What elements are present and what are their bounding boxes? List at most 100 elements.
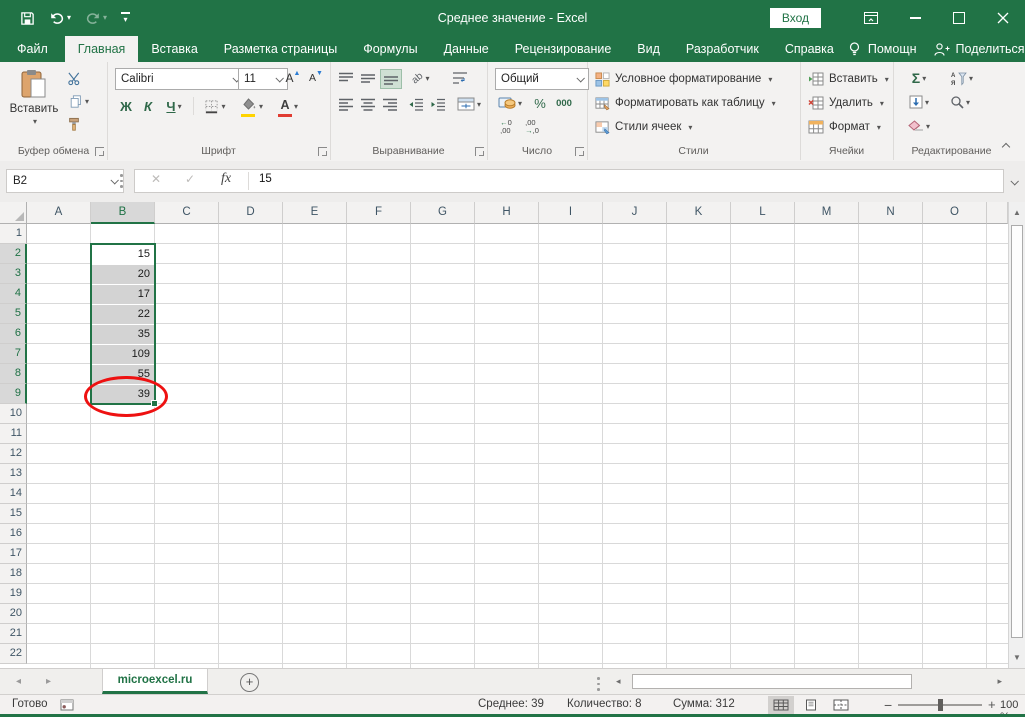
column-header-C[interactable]: C [155,202,219,224]
row-header-15[interactable]: 15 [0,504,27,524]
column-header-D[interactable]: D [219,202,283,224]
row-header-13[interactable]: 13 [0,464,27,484]
name-box[interactable]: B2 [6,169,124,193]
row-header-7[interactable]: 7 [0,344,27,364]
clear-button[interactable]: ▾ [905,117,933,135]
column-header-N[interactable]: N [859,202,923,224]
formula-input[interactable]: 15 [259,173,272,185]
redo-dropdown-icon[interactable]: ▾ [103,14,107,22]
font-name-combo[interactable]: Calibri [115,68,245,90]
ribbon-tab-Вставка[interactable]: Вставка [138,36,210,62]
column-header-F[interactable]: F [347,202,411,224]
ribbon-display-options-button[interactable] [849,0,893,36]
copy-button[interactable]: ▾ [64,93,94,109]
row-header-18[interactable]: 18 [0,564,27,584]
row-header-19[interactable]: 19 [0,584,27,604]
column-header-partial[interactable] [987,202,1008,224]
sign-in-button[interactable]: Вход [769,8,821,28]
row-header-8[interactable]: 8 [0,364,27,384]
cell-B3[interactable]: 20 [92,265,154,284]
find-select-button[interactable]: ▾ [945,93,975,111]
cell-B6[interactable]: 35 [92,325,154,344]
zoom-out-button[interactable]: − [884,697,892,713]
fill-color-dropdown-icon[interactable]: ▾ [259,102,263,111]
insert-cells-button[interactable]: Вставить ▾ [808,69,889,89]
accounting-format-button[interactable]: ▾ [495,94,525,112]
redo-button[interactable]: ▾ [85,11,107,25]
zoom-slider-thumb[interactable] [938,699,943,711]
italic-button[interactable]: К [139,95,157,117]
column-header-E[interactable]: E [283,202,347,224]
alignment-dialog-launcher[interactable] [475,147,484,156]
align-bottom-button[interactable] [380,69,402,89]
number-format-combo[interactable]: Общий [495,68,589,90]
cell-styles-button[interactable]: Стили ячеек ▾ [595,117,692,137]
ribbon-tab-Разработчик[interactable]: Разработчик [673,36,772,62]
cell-B8[interactable]: 55 [92,365,154,384]
add-sheet-button[interactable]: + [240,673,259,692]
grid-area[interactable] [27,224,1008,668]
row-header-20[interactable]: 20 [0,604,27,624]
sort-filter-button[interactable]: АЯ ▾ [945,69,979,87]
vertical-scroll-thumb[interactable] [1011,225,1023,638]
column-header-H[interactable]: H [475,202,539,224]
paste-dropdown-icon[interactable]: ▾ [33,117,37,126]
shrink-font-button[interactable]: А ▼ [306,68,326,88]
ribbon-tab-Файл[interactable]: Файл [0,36,65,62]
row-header-1[interactable]: 1 [0,224,27,244]
row-header-16[interactable]: 16 [0,524,27,544]
next-sheet-icon[interactable]: ▸ [46,676,51,687]
row-header-2[interactable]: 2 [0,244,27,264]
accounting-dropdown-icon[interactable]: ▾ [518,99,522,108]
paste-button[interactable]: Вставить ▾ [8,67,60,145]
decrease-indent-button[interactable] [406,95,426,113]
conditional-formatting-button[interactable]: Условное форматирование ▾ [595,69,772,89]
row-header-10[interactable]: 10 [0,404,27,424]
zoom-level[interactable]: 100 % [1000,699,1025,717]
row-header-3[interactable]: 3 [0,264,27,284]
close-button[interactable] [981,0,1025,36]
merge-dropdown-icon[interactable]: ▾ [477,100,481,109]
comma-style-button[interactable]: 000 [551,94,577,112]
borders-button[interactable]: ▾ [201,95,229,117]
percent-style-button[interactable]: % [531,94,549,112]
borders-dropdown-icon[interactable]: ▾ [221,102,225,111]
align-left-button[interactable] [336,95,356,113]
scroll-left-icon[interactable]: ◂ [616,676,621,687]
zoom-slider[interactable] [898,699,982,711]
row-header-22[interactable]: 22 [0,644,27,664]
row-header-6[interactable]: 6 [0,324,27,344]
cell-B9[interactable]: 39 [92,385,154,404]
select-all-corner[interactable] [0,202,27,224]
share-tab[interactable]: Поделиться [956,42,1025,56]
horizontal-scroll-thumb[interactable] [632,674,912,689]
align-top-button[interactable] [336,69,356,87]
minimize-button[interactable] [893,0,937,36]
column-header-I[interactable]: I [539,202,603,224]
increase-indent-button[interactable] [428,95,448,113]
cell-B7[interactable]: 109 [92,345,154,364]
scroll-up-icon[interactable]: ▲ [1009,208,1025,217]
column-header-K[interactable]: K [667,202,731,224]
orientation-button[interactable]: ab ▾ [406,69,436,87]
formula-bar-grip[interactable] [120,174,123,191]
format-painter-button[interactable] [64,116,84,132]
font-color-button[interactable]: А ▾ [273,95,303,117]
ribbon-tab-Справка[interactable]: Справка [772,36,847,62]
bold-button[interactable]: Ж [117,95,135,117]
increase-decimal-button[interactable]: ←0,00 [495,118,517,136]
undo-button[interactable]: ▾ [49,11,71,25]
underline-button[interactable]: Ч ▾ [161,95,187,117]
format-cells-button[interactable]: Формат ▾ [808,117,881,137]
view-normal-button[interactable] [768,696,794,714]
view-page-layout-button[interactable] [798,696,824,714]
grow-font-button[interactable]: А ▲ [283,68,303,88]
align-right-button[interactable] [380,95,400,113]
fill-handle[interactable] [151,400,158,407]
row-header-4[interactable]: 4 [0,284,27,304]
column-header-G[interactable]: G [411,202,475,224]
row-header-14[interactable]: 14 [0,484,27,504]
prev-sheet-icon[interactable]: ◂ [16,676,21,687]
cell-B2[interactable]: 15 [92,245,154,264]
fill-color-button[interactable]: ▾ [237,95,267,117]
